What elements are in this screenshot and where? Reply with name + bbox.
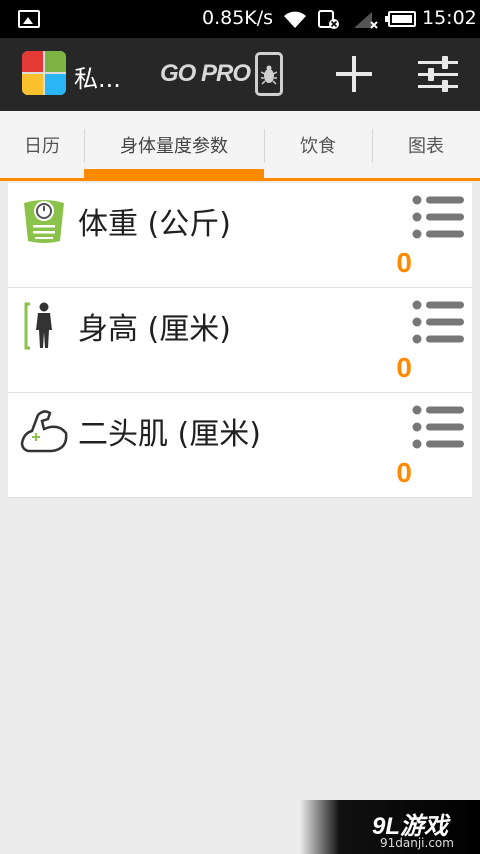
measurement-label: 身高 (厘米) xyxy=(78,312,231,347)
tab-bar: 日历 身体量度参数 饮食 图表 xyxy=(0,111,480,181)
action-bar: 私... GO PRO xyxy=(0,38,480,111)
tab-charts[interactable]: 图表 xyxy=(372,111,480,178)
battery-icon xyxy=(385,11,416,27)
measurement-value: 0 xyxy=(396,247,412,278)
measurement-value: 0 xyxy=(396,457,412,488)
net-speed: 0.85K/s xyxy=(202,7,274,29)
measurement-list: 体重 (公斤) 0 身高 (厘米) 0 二头肌 (厘米) 0 xyxy=(8,183,472,498)
list-menu-icon[interactable] xyxy=(412,195,464,239)
wifi-icon xyxy=(284,11,306,28)
plus-icon[interactable] xyxy=(334,54,374,94)
biceps-icon xyxy=(20,410,68,453)
tab-diet[interactable]: 饮食 xyxy=(264,111,372,178)
scale-icon xyxy=(24,200,64,243)
signal-icon xyxy=(354,12,378,29)
active-tab-indicator xyxy=(84,169,264,178)
tab-calendar[interactable]: 日历 xyxy=(0,111,84,178)
status-bar: 0.85K/s 15:02 xyxy=(0,0,480,38)
sim-off-icon xyxy=(318,10,339,29)
list-menu-icon[interactable] xyxy=(412,405,464,449)
sliders-icon[interactable] xyxy=(418,56,458,92)
body-height-icon xyxy=(24,302,52,350)
app-title[interactable]: 私... xyxy=(74,59,121,94)
list-menu-icon[interactable] xyxy=(412,300,464,344)
list-item[interactable]: 体重 (公斤) 0 xyxy=(8,183,472,288)
clock: 15:02 xyxy=(422,7,477,29)
image-icon xyxy=(18,10,40,28)
watermark-url: 91danji.com xyxy=(380,836,454,850)
go-pro-button[interactable]: GO PRO xyxy=(160,60,251,88)
tab-body-measurements[interactable]: 身体量度参数 xyxy=(84,111,264,178)
list-item[interactable]: 身高 (厘米) 0 xyxy=(8,288,472,393)
bug-phone-icon[interactable] xyxy=(255,52,283,96)
measurement-value: 0 xyxy=(396,352,412,383)
app-logo-icon[interactable] xyxy=(22,51,66,95)
measurement-label: 二头肌 (厘米) xyxy=(78,417,261,452)
measurement-label: 体重 (公斤) xyxy=(78,207,231,242)
list-item[interactable]: 二头肌 (厘米) 0 xyxy=(8,393,472,498)
